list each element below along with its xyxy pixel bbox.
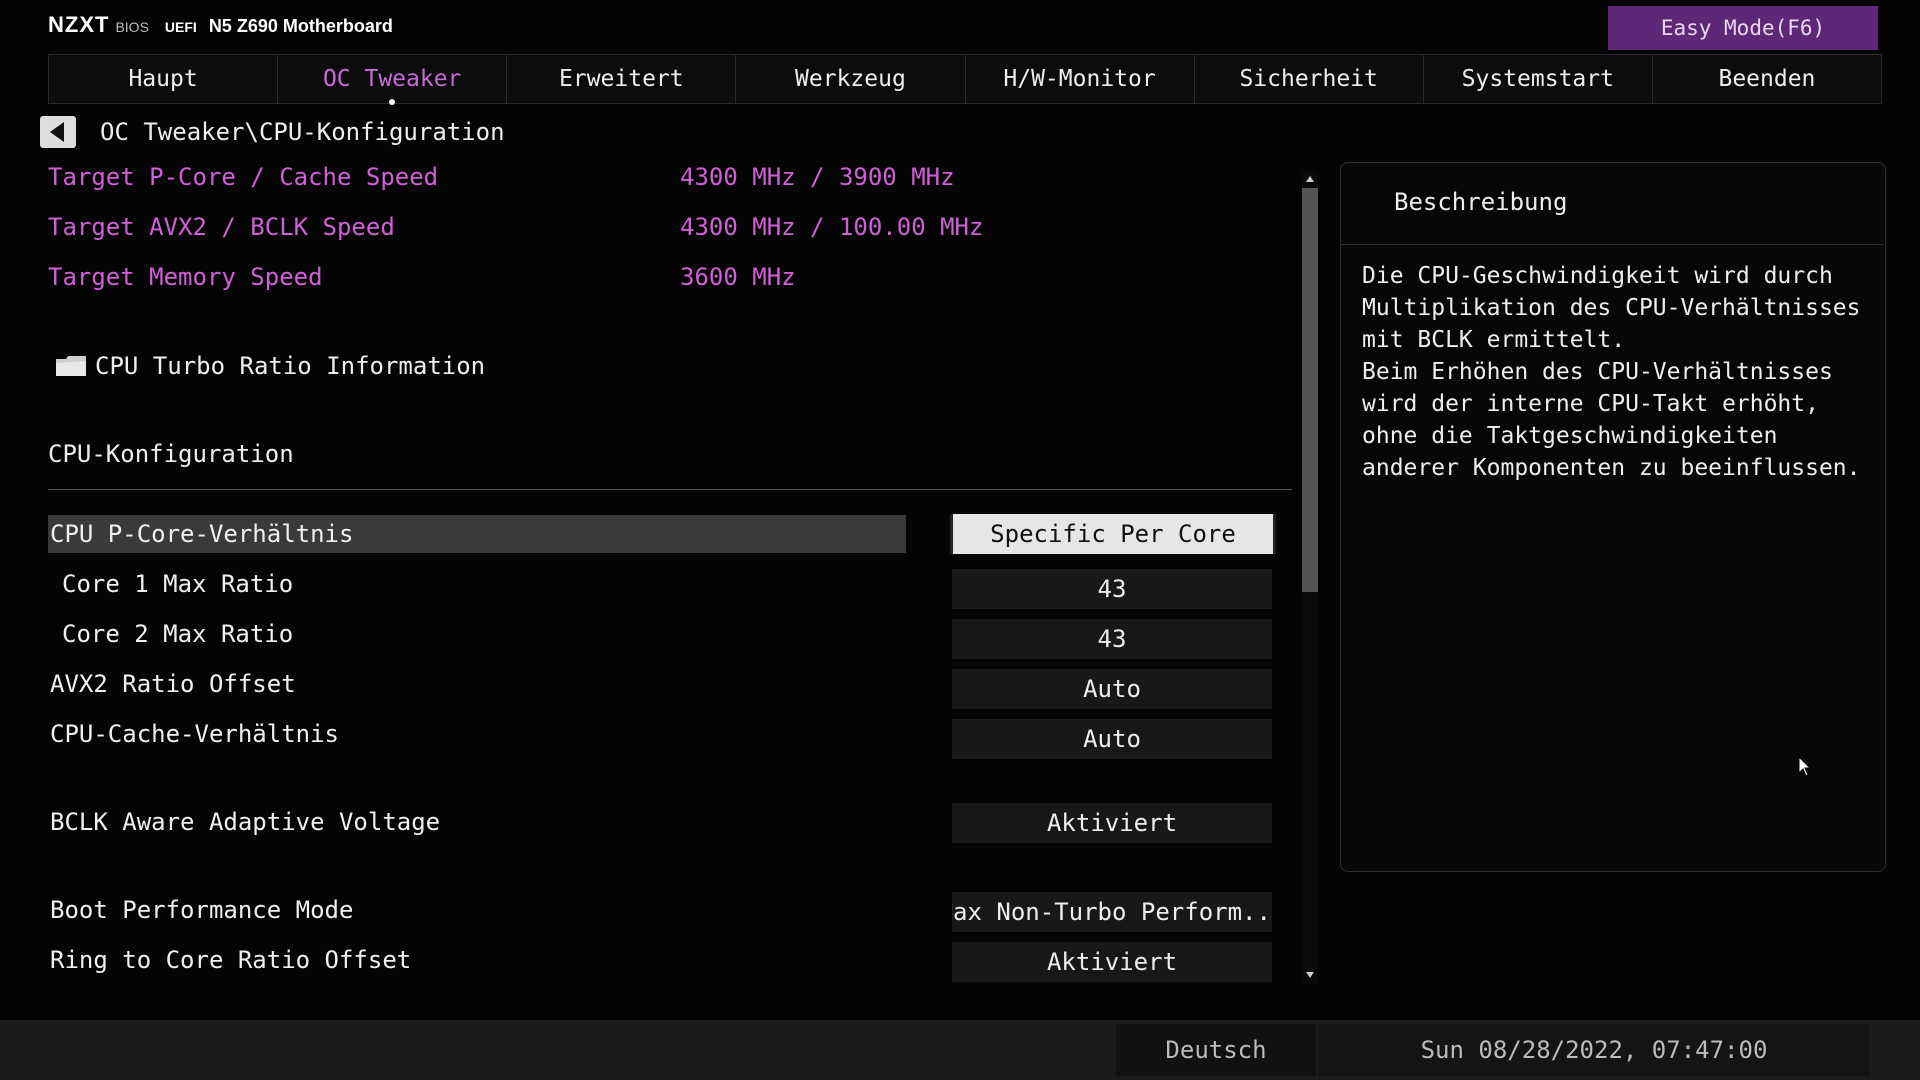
tab-haupt[interactable]: Haupt (48, 54, 279, 104)
chevron-up-icon (1306, 176, 1314, 182)
scrollbar-thumb[interactable] (1302, 188, 1318, 592)
section-divider (48, 489, 1292, 490)
setting-value-bclk-adaptive-voltage[interactable]: Aktiviert (952, 803, 1272, 843)
chevron-down-icon (1306, 972, 1314, 978)
tab-oc-tweaker[interactable]: OC Tweaker (278, 54, 508, 105)
motherboard-model: N5 Z690 Motherboard (208, 16, 393, 36)
setting-label-boot-performance-mode[interactable]: Boot Performance Mode (48, 891, 353, 929)
bios-tag: BIOS (115, 19, 149, 35)
setting-value-avx2-ratio-offset[interactable]: Auto (952, 669, 1272, 709)
info-label-target-avx2-bclk: Target AVX2 / BCLK Speed (48, 213, 395, 241)
back-button[interactable] (40, 116, 76, 148)
brand-name: NZXT (48, 12, 110, 37)
tab-hw-monitor[interactable]: H/W-Monitor (965, 54, 1195, 104)
info-value-target-memory: 3600 MHz (680, 263, 796, 291)
datetime-display: Sun 08/28/2022, 07:47:00 (1318, 1024, 1870, 1076)
description-text: Die CPU-Geschwindigkeit wird durch Multi… (1362, 263, 1861, 481)
setting-value-ring-core-ratio-offset[interactable]: Aktiviert (952, 942, 1272, 982)
scroll-down-arrow[interactable] (1302, 968, 1318, 982)
setting-label-cpu-pcore-ratio[interactable]: CPU P-Core-Verhältnis (48, 515, 906, 553)
scroll-up-arrow[interactable] (1302, 172, 1318, 186)
tab-systemstart[interactable]: Systemstart (1423, 54, 1653, 104)
tab-beenden[interactable]: Beenden (1652, 54, 1882, 104)
breadcrumb: OC Tweaker\CPU-Konfiguration (100, 118, 505, 146)
info-label-target-pcore-cache: Target P-Core / Cache Speed (48, 163, 439, 191)
setting-value-cpu-pcore-ratio[interactable]: Specific Per Core (950, 514, 1276, 554)
setting-value-core1-max-ratio[interactable]: 43 (952, 569, 1272, 609)
tab-werkzeug[interactable]: Werkzeug (736, 54, 966, 104)
easy-mode-button[interactable]: Easy Mode(F6) (1608, 6, 1878, 50)
setting-value-cpu-cache-ratio[interactable]: Auto (952, 719, 1272, 759)
mouse-pointer-icon (1798, 756, 1812, 777)
info-value-target-avx2-bclk: 4300 MHz / 100.00 MHz (680, 213, 984, 241)
setting-label-ring-core-ratio-offset[interactable]: Ring to Core Ratio Offset (48, 941, 411, 979)
folder-icon[interactable] (55, 355, 87, 377)
setting-value-boot-performance-mode[interactable]: Max Non-Turbo Perform... (952, 892, 1272, 932)
tab-sicherheit[interactable]: Sicherheit (1194, 54, 1424, 104)
tab-erweitert[interactable]: Erweitert (507, 54, 737, 104)
back-arrow-icon (49, 122, 64, 142)
info-value-target-pcore-cache: 4300 MHz / 3900 MHz (680, 163, 955, 191)
setting-label-bclk-adaptive-voltage[interactable]: BCLK Aware Adaptive Voltage (48, 803, 440, 841)
info-label-target-memory: Target Memory Speed (48, 263, 323, 291)
setting-label-core1-max-ratio[interactable]: Core 1 Max Ratio (48, 565, 293, 603)
language-selector[interactable]: Deutsch (1116, 1024, 1316, 1076)
setting-label-cpu-cache-ratio[interactable]: CPU-Cache-Verhältnis (48, 715, 339, 753)
brand-logo: NZXT BIOS UEFI N5 Z690 Motherboard (48, 12, 393, 40)
setting-value-core2-max-ratio[interactable]: 43 (952, 619, 1272, 659)
main-tabs: Haupt OC Tweaker Erweitert Werkzeug H/W-… (48, 54, 1882, 105)
setting-label-core2-max-ratio[interactable]: Core 2 Max Ratio (48, 615, 293, 653)
setting-label-avx2-ratio-offset[interactable]: AVX2 Ratio Offset (48, 665, 296, 703)
description-title: Beschreibung (1394, 188, 1568, 216)
uefi-tag: UEFI (164, 19, 197, 35)
cpu-turbo-ratio-info-link[interactable]: CPU Turbo Ratio Information (95, 352, 485, 380)
section-title: CPU-Konfiguration (48, 440, 294, 468)
